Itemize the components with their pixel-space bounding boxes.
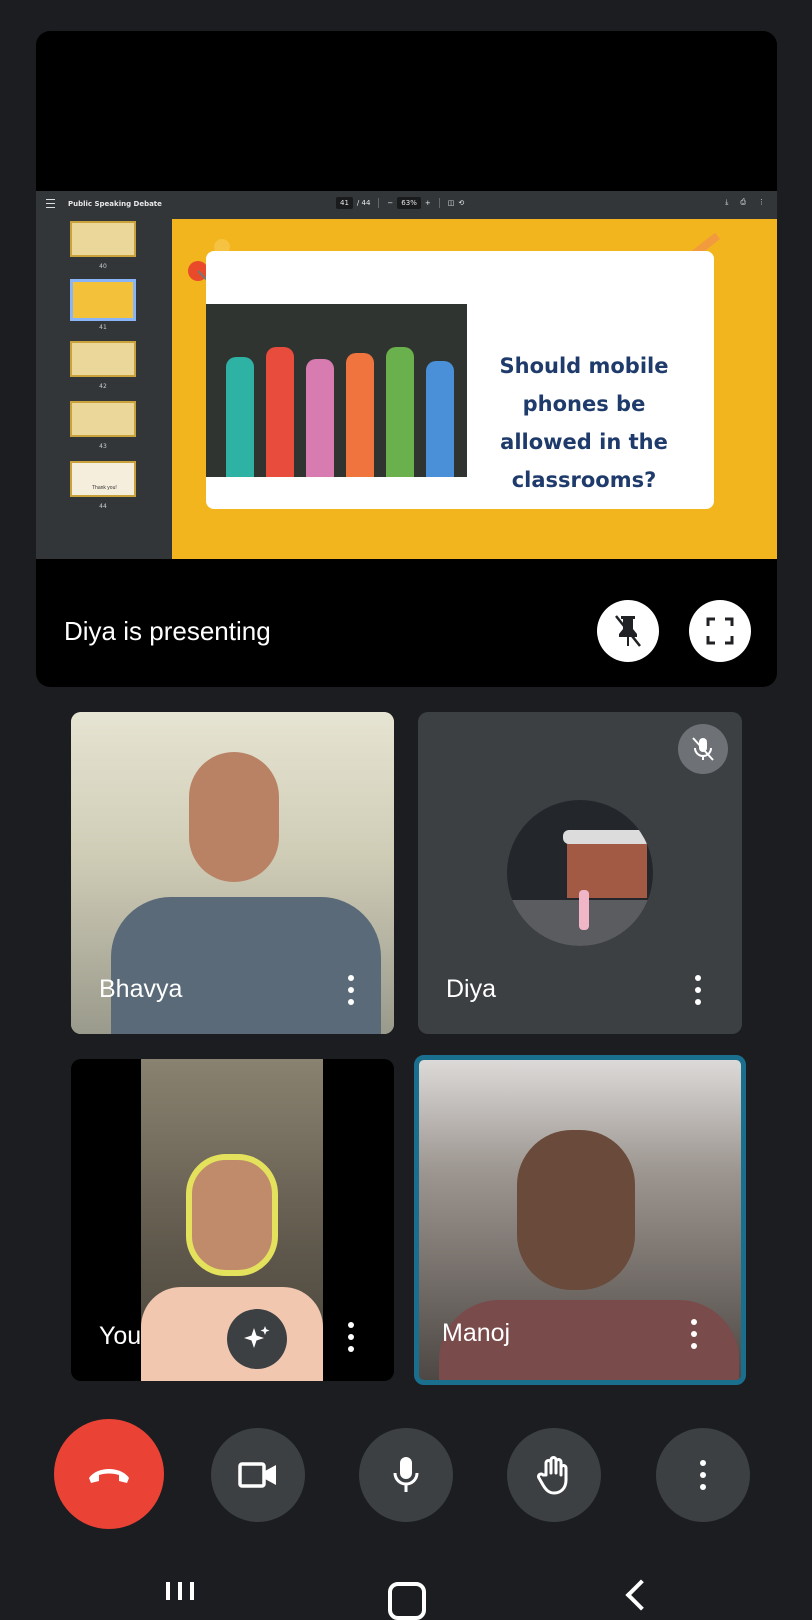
zoom-out-icon: −	[387, 199, 394, 207]
participant-name: Diya	[446, 975, 497, 1003]
more-vert-icon	[699, 1460, 707, 1490]
thumbnail-number: 41	[99, 324, 107, 331]
effects-button[interactable]	[227, 1309, 287, 1369]
participant-options-icon[interactable]	[347, 975, 355, 1005]
fullscreen-button[interactable]	[689, 600, 751, 662]
thumbnail-44: Thank you!	[70, 461, 136, 497]
participant-tile-bhavya[interactable]: Bhavya	[71, 712, 394, 1034]
pdf-viewer: Public Speaking Debate 41 / 44 − 63% + ◫…	[36, 191, 777, 559]
participant-avatar	[507, 800, 653, 946]
participant-options-icon[interactable]	[347, 1322, 355, 1352]
slide-card: Should mobile phones be allowed in the c…	[206, 251, 714, 509]
thumbnail-sidebar: 40 41 42 43 Thank you! 44	[36, 219, 172, 559]
muted-indicator	[678, 724, 728, 774]
thumbnail-text: Thank you!	[92, 485, 117, 491]
more-icon: ⋮	[758, 198, 765, 206]
slide-question: Should mobile phones be allowed in the c…	[499, 354, 669, 492]
camera-button[interactable]	[211, 1428, 305, 1522]
presentation-card[interactable]: Public Speaking Debate 41 / 44 − 63% + ◫…	[36, 31, 777, 687]
participant-options-icon[interactable]	[690, 1319, 698, 1349]
participant-tile-diya[interactable]: Diya	[418, 712, 742, 1034]
hang-up-icon	[89, 1469, 129, 1483]
microphone-icon	[393, 1457, 419, 1492]
thumbnail-number: 44	[99, 503, 107, 510]
participant-name: You	[99, 1322, 142, 1350]
page-controls: 41 / 44 − 63% + ◫ ⟲	[336, 197, 464, 209]
sparkle-icon	[244, 1326, 270, 1348]
page-current: 41	[336, 197, 353, 209]
video-face	[189, 752, 279, 882]
thumbnail-number: 42	[99, 383, 107, 390]
participant-tile-you[interactable]: You	[71, 1059, 394, 1381]
recents-icon[interactable]	[166, 1582, 194, 1600]
more-options-button[interactable]	[656, 1428, 750, 1522]
rotate-icon: ⟲	[458, 199, 465, 207]
presenting-label: Diya is presenting	[64, 616, 271, 646]
slide-photo	[206, 304, 467, 477]
print-icon: ⎙	[740, 198, 746, 206]
participant-name: Manoj	[442, 1319, 511, 1347]
doc-title: Public Speaking Debate	[68, 200, 162, 208]
video-face	[517, 1130, 635, 1290]
fullscreen-icon	[706, 617, 734, 645]
thumbnail-41	[70, 279, 136, 321]
video-camera-icon	[238, 1462, 276, 1488]
fit-page-icon: ◫	[447, 199, 455, 207]
slide-area: Should mobile phones be allowed in the c…	[172, 219, 777, 559]
unpin-button[interactable]	[597, 600, 659, 662]
video-face	[186, 1154, 278, 1276]
menu-icon	[46, 199, 55, 208]
thumbnail-43	[70, 401, 136, 437]
hand-icon	[537, 1456, 568, 1495]
download-icon: ⤓	[725, 198, 729, 206]
participant-options-icon[interactable]	[694, 975, 702, 1005]
participant-tile-manoj[interactable]: Manoj	[414, 1055, 746, 1385]
video-person	[111, 897, 381, 1034]
end-call-button[interactable]	[54, 1419, 164, 1529]
microphone-button[interactable]	[359, 1428, 453, 1522]
mic-off-icon	[692, 737, 714, 761]
zoom-level: 63%	[397, 197, 421, 209]
unpin-icon	[615, 615, 641, 647]
participant-name: Bhavya	[99, 975, 183, 1003]
home-icon[interactable]	[388, 1582, 426, 1620]
thumbnail-40	[70, 221, 136, 257]
system-nav-bar	[0, 1570, 812, 1620]
page-total: / 44	[356, 199, 371, 207]
back-icon[interactable]	[625, 1579, 657, 1611]
zoom-in-icon: +	[424, 199, 431, 207]
pdf-toolbar: Public Speaking Debate 41 / 44 − 63% + ◫…	[36, 191, 777, 219]
thumbnail-42	[70, 341, 136, 377]
raise-hand-button[interactable]	[507, 1428, 601, 1522]
thumbnail-number: 43	[99, 443, 107, 450]
thumbnail-number: 40	[99, 263, 107, 270]
